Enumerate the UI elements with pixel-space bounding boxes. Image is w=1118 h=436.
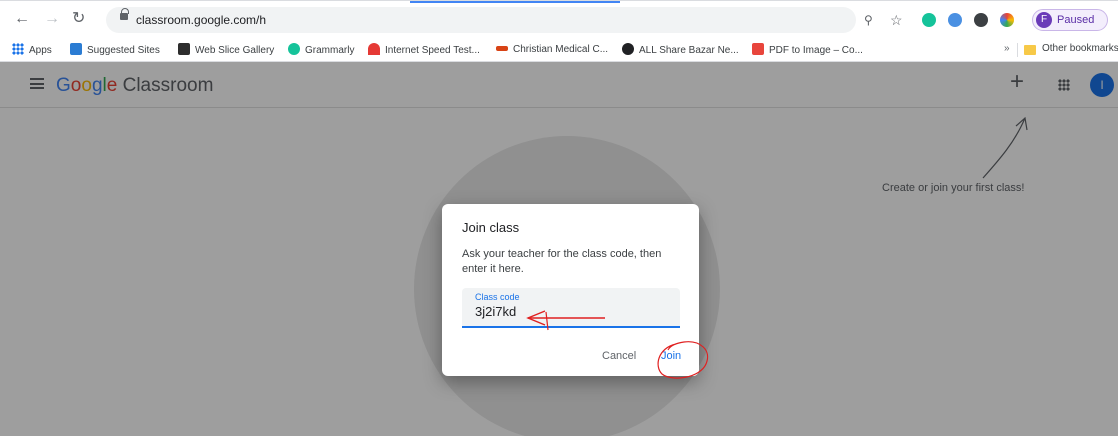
bookmark-label: Suggested Sites (87, 45, 160, 56)
more-bookmarks-chevron[interactable]: » (1004, 43, 1010, 54)
bookmark-apps[interactable]: Apps (12, 43, 52, 57)
bookmark-internet-speed-test[interactable]: Internet Speed Test... (368, 43, 480, 57)
profile-avatar: F (1036, 12, 1052, 28)
page-load-progress (410, 1, 620, 3)
back-icon[interactable]: ← (14, 11, 30, 27)
classroom-page: Google Classroom + I Create or join your… (0, 62, 1118, 436)
extension-icon[interactable] (974, 13, 988, 27)
color-extension-icon[interactable] (1000, 13, 1014, 27)
bookmark-label: Apps (29, 45, 52, 56)
bookmark-label: Grammarly (305, 45, 355, 56)
class-code-input[interactable] (475, 304, 555, 319)
key-icon[interactable]: ⚲ (864, 12, 873, 28)
bookmark-label: ALL Share Bazar Ne... (639, 45, 739, 56)
class-code-field[interactable]: Class code (462, 288, 680, 328)
apps-grid-icon (12, 43, 24, 55)
grammarly-extension-icon[interactable] (922, 13, 936, 27)
dots-icon (496, 46, 508, 51)
bookmark-web-slice-gallery[interactable]: Web Slice Gallery (178, 43, 274, 57)
profile-status: Paused (1057, 14, 1095, 26)
forward-icon[interactable]: → (44, 11, 60, 27)
extension-icon[interactable] (948, 13, 962, 27)
bookmark-label: Web Slice Gallery (195, 45, 275, 56)
other-bookmarks[interactable]: Other bookmarks (1042, 43, 1118, 54)
dialog-title: Join class (462, 220, 520, 235)
url-text[interactable]: classroom.google.com/h (136, 13, 266, 27)
speed-test-icon (368, 43, 380, 55)
grammarly-icon (288, 43, 300, 55)
lock-icon (120, 8, 129, 22)
join-class-dialog: Join class Ask your teacher for the clas… (442, 204, 699, 376)
menu-kebab-icon[interactable]: ⋮ (1112, 11, 1118, 28)
dialog-instructions: Ask your teacher for the class code, the… (462, 248, 662, 275)
pdf-icon (752, 43, 764, 55)
bookmarks-bar: Apps Suggested Sites Web Slice Gallery G… (0, 38, 1118, 62)
bookmark-label: PDF to Image – Co... (769, 45, 863, 56)
bookmark-suggested-sites[interactable]: Suggested Sites (70, 43, 160, 57)
bookmark-label: Internet Speed Test... (385, 45, 480, 56)
divider (1017, 43, 1018, 57)
bookmark-grammarly[interactable]: Grammarly (288, 43, 354, 57)
bookmark-star-icon[interactable]: ☆ (890, 12, 903, 28)
share-bazar-icon (622, 43, 634, 55)
folder-icon (1024, 45, 1036, 55)
reload-icon[interactable]: ↻ (72, 11, 85, 27)
cancel-button[interactable]: Cancel (602, 350, 636, 362)
web-slice-icon (178, 43, 190, 55)
join-button[interactable]: Join (661, 350, 681, 362)
bookmark-christian-medical[interactable]: Christian Medical C... (496, 43, 608, 57)
bookmark-pdf-to-image[interactable]: PDF to Image – Co... (752, 43, 863, 57)
bookmark-label: Christian Medical C... (513, 44, 609, 55)
bookmark-share-bazar[interactable]: ALL Share Bazar Ne... (622, 43, 739, 57)
class-code-label: Class code (475, 292, 520, 302)
profile-button[interactable]: F Paused (1032, 9, 1108, 31)
bing-icon (70, 43, 82, 55)
browser-toolbar: ← → ↻ classroom.google.com/h ⚲ ☆ F Pause… (0, 0, 1118, 38)
